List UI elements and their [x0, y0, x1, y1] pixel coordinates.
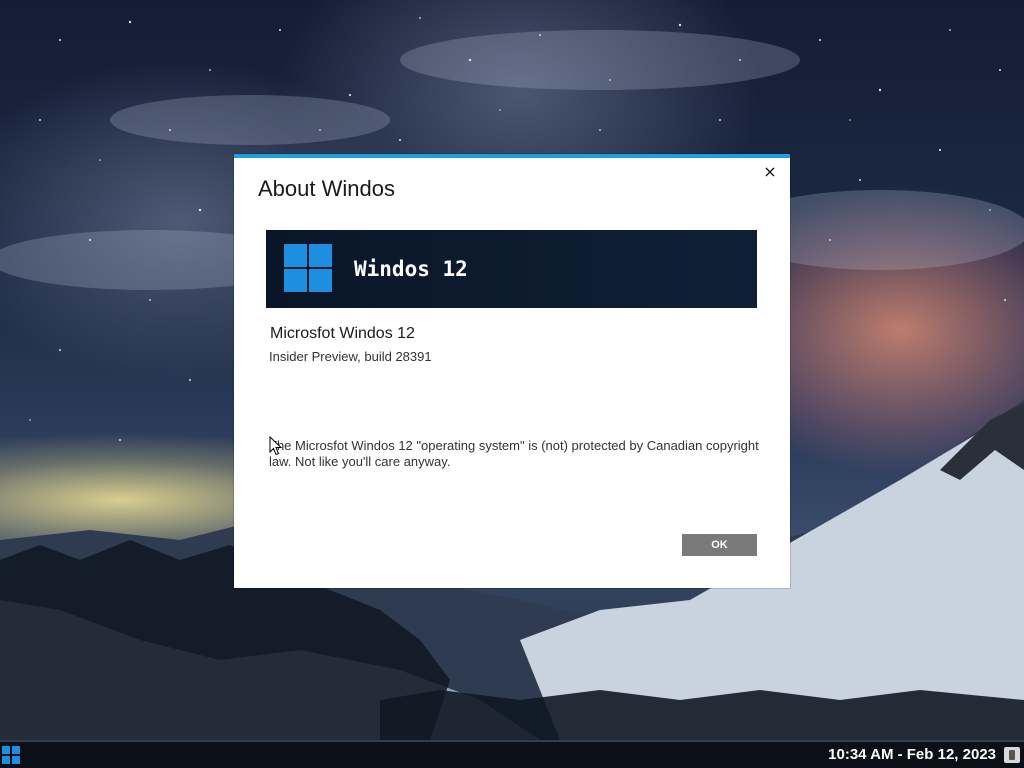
tray-app-icon[interactable] [1004, 747, 1020, 763]
product-name: Microsfot Windos 12 [270, 325, 415, 342]
dialog-title: About Windos [258, 176, 395, 201]
build-info: Insider Preview, build 28391 [269, 349, 432, 364]
windows-logo-icon [2, 746, 20, 764]
ok-button[interactable]: OK [682, 534, 757, 556]
windows-logo-icon [284, 244, 332, 292]
legal-text: The Microsfot Windos 12 "operating syste… [269, 438, 759, 469]
taskbar-clock[interactable]: 10:34 AM - Feb 12, 2023 [828, 746, 996, 763]
about-dialog: About Windos × Windos 12 Microsfot Windo… [234, 154, 790, 588]
mouse-cursor-icon [269, 436, 283, 456]
taskbar: 10:34 AM - Feb 12, 2023 [0, 741, 1024, 768]
product-banner: Windos 12 [266, 230, 757, 308]
close-button[interactable]: × [760, 162, 780, 182]
desktop: About Windos × Windos 12 Microsfot Windo… [0, 0, 1024, 768]
banner-title: Windos 12 [354, 257, 468, 281]
start-button[interactable] [2, 746, 20, 764]
